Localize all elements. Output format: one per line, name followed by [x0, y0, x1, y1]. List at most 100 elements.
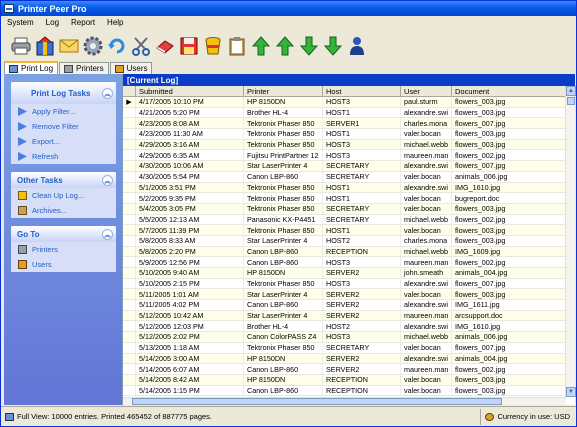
- print-icon: [11, 37, 31, 54]
- table-row[interactable]: 5/8/2005 8:33 AM Star LaserPrinter 4 HOST2…: [123, 235, 566, 247]
- cell-submitted: 5/4/2005 3:05 PM: [136, 203, 244, 214]
- task-refresh[interactable]: Refresh: [11, 149, 116, 164]
- table-row[interactable]: 4/29/2005 3:16 AM Tektronix Phaser 850 HOS…: [123, 139, 566, 151]
- table-row[interactable]: 4/23/2005 11:30 AM Tektronix Phaser 850 HO…: [123, 129, 566, 140]
- collapse-chevron-icon[interactable]: ︽: [102, 228, 113, 240]
- title-bar[interactable]: Printer Peer Pro: [1, 1, 576, 16]
- table-row[interactable]: 5/11/2005 1:01 AM Star LaserPrinter 4 SERV…: [123, 289, 566, 301]
- horizontal-scrollbar[interactable]: [123, 397, 566, 405]
- goto-printers[interactable]: Printers: [11, 242, 116, 257]
- cell-printer: Canon ColorPASS Z4: [244, 332, 323, 342]
- cell-printer: Tektronix Phaser 850: [244, 193, 323, 203]
- table-row[interactable]: 5/11/2005 4:02 PM Canon LBP-860 SERVER2 ale…: [123, 300, 566, 311]
- scroll-up-icon[interactable]: ▲: [566, 86, 576, 96]
- menu-system[interactable]: System: [7, 18, 34, 27]
- horizontal-scroll-thumb[interactable]: [132, 398, 502, 405]
- eraser-button[interactable]: [154, 35, 176, 57]
- save-button[interactable]: [178, 35, 200, 57]
- table-row[interactable]: 5/10/2005 2:15 PM Tektronix Phaser 850 HOS…: [123, 278, 566, 290]
- cell-host: SECRETARY: [323, 342, 401, 353]
- table-row[interactable]: 5/5/2005 12:13 AM Panasonic KX-P4451 SECRE…: [123, 214, 566, 226]
- settings-button[interactable]: [82, 35, 104, 57]
- cell-user: valer.bocan: [401, 203, 452, 214]
- table-row[interactable]: 4/30/2005 5:54 PM Canon LBP-860 SECRETARY v…: [123, 171, 566, 183]
- table-row[interactable]: 5/14/2005 3:00 AM HP 8150DN SERVER2 alexand…: [123, 353, 566, 365]
- table-row[interactable]: ▶ 4/17/2005 10:10 PM HP 8150DN HOST3 paul.st…: [123, 97, 566, 108]
- arrow-right-icon: [18, 107, 27, 116]
- table-row[interactable]: 5/7/2005 11:39 PM Tektronix Phaser 850 HOS…: [123, 225, 566, 236]
- tab-users[interactable]: Users: [109, 62, 153, 74]
- column-header-submitted[interactable]: Submitted: [136, 86, 244, 96]
- table-row[interactable]: 4/23/2005 8:08 AM Tektronix Phaser 850 SER…: [123, 118, 566, 130]
- cell-document: flowers_002.jpg: [452, 150, 566, 161]
- print-button[interactable]: [10, 35, 32, 57]
- cell-document: arcsupport.doc: [452, 310, 566, 321]
- print-log-tasks-header[interactable]: Print Log Tasks ︽: [11, 82, 116, 104]
- go-to-header[interactable]: Go To ︽: [11, 226, 116, 242]
- user-button[interactable]: [346, 35, 368, 57]
- collapse-chevron-icon[interactable]: ︽: [102, 174, 113, 186]
- row-selector: [123, 182, 136, 193]
- cell-user: maureen.man: [401, 310, 452, 321]
- vertical-scrollbar[interactable]: ▲ ▼: [565, 86, 576, 397]
- task-remove-filter[interactable]: Remove Filter: [11, 119, 116, 134]
- arrow-right-icon: [18, 137, 27, 146]
- settings-gear-icon: [83, 36, 103, 55]
- tab-print-log[interactable]: Print Log: [4, 61, 59, 74]
- refresh-button[interactable]: [106, 35, 128, 57]
- column-header-printer[interactable]: Printer: [244, 86, 323, 96]
- table-row[interactable]: 5/1/2005 3:51 PM Tektronix Phaser 850 HOST…: [123, 182, 566, 194]
- task-archives[interactable]: Archives...: [11, 203, 116, 218]
- table-row[interactable]: 5/12/2005 12:03 PM Brother HL-4 HOST2 alexa…: [123, 321, 566, 333]
- table-row[interactable]: 5/14/2005 1:15 PM Canon LBP-860 RECEPTION v…: [123, 385, 566, 397]
- bucket-button[interactable]: [202, 35, 224, 57]
- table-row[interactable]: 5/12/2005 2:02 PM Canon ColorPASS Z4 HOST3…: [123, 332, 566, 343]
- column-header-user[interactable]: User: [401, 86, 452, 96]
- table-row[interactable]: 5/14/2005 6:07 AM Canon LBP-860 SERVER2 mau…: [123, 364, 566, 375]
- scroll-thumb[interactable]: [567, 97, 575, 105]
- column-header-document[interactable]: Document: [452, 86, 566, 96]
- cell-printer: Canon LBP-860: [244, 246, 323, 257]
- scroll-down-icon[interactable]: ▼: [566, 387, 576, 397]
- column-header-host[interactable]: Host: [323, 86, 401, 96]
- move-down-button[interactable]: [298, 35, 320, 57]
- table-row[interactable]: 4/29/2005 6:35 AM Fujitsu PrintPartner 12…: [123, 150, 566, 162]
- table-row[interactable]: 5/9/2005 12:56 PM Canon LBP-860 HOST3 maure…: [123, 257, 566, 268]
- gift-button[interactable]: [34, 35, 56, 57]
- cell-document: animals_006.jpg: [452, 171, 566, 182]
- tab-printers[interactable]: Printers: [59, 62, 109, 74]
- table-row[interactable]: 4/21/2005 5:20 PM Brother HL-4 HOST1 alexan…: [123, 107, 566, 119]
- task-apply-filter[interactable]: Apply Filter...: [11, 104, 116, 119]
- table-row[interactable]: 5/12/2005 10:42 AM Star LaserPrinter 4 SER…: [123, 310, 566, 322]
- cell-host: RECEPTION: [323, 246, 401, 257]
- cell-host: SERVER2: [323, 364, 401, 374]
- table-row[interactable]: 5/2/2005 9:35 PM Tektronix Phaser 850 HOST…: [123, 193, 566, 204]
- menu-help[interactable]: Help: [107, 18, 123, 27]
- menu-log[interactable]: Log: [46, 18, 59, 27]
- goto-users[interactable]: Users: [11, 257, 116, 272]
- cell-user: john.smeath: [401, 268, 452, 278]
- table-row[interactable]: 4/30/2005 10:06 AM Star LaserPrinter 4 SEC…: [123, 161, 566, 172]
- clipboard-button[interactable]: [226, 35, 248, 57]
- move-top-button[interactable]: [250, 35, 272, 57]
- task-clean-up-log[interactable]: Clean Up Log...: [11, 188, 116, 203]
- email-button[interactable]: [58, 35, 80, 57]
- table-row[interactable]: 5/14/2005 8:42 AM HP 8150DN RECEPTION valer…: [123, 374, 566, 386]
- table-header-row: Submitted Printer Host User Document: [123, 86, 566, 97]
- table-row[interactable]: 5/13/2005 1:18 AM Tektronix Phaser 850 SEC…: [123, 342, 566, 354]
- move-up-button[interactable]: [274, 35, 296, 57]
- table-row[interactable]: 5/4/2005 3:05 PM Tektronix Phaser 850 SECR…: [123, 203, 566, 215]
- row-selector: [123, 214, 136, 225]
- menu-report[interactable]: Report: [71, 18, 95, 27]
- task-export[interactable]: Export...: [11, 134, 116, 149]
- other-tasks-header[interactable]: Other Tasks ︽: [11, 172, 116, 188]
- table-row[interactable]: 5/10/2005 9:40 AM HP 8150DN SERVER2 john.sm…: [123, 268, 566, 279]
- table-row[interactable]: 5/8/2005 2:20 PM Canon LBP-860 RECEPTION mi…: [123, 246, 566, 258]
- collapse-chevron-icon[interactable]: ︽: [102, 87, 113, 99]
- cell-printer: Tektronix Phaser 850: [244, 182, 323, 193]
- row-selector: [123, 321, 136, 332]
- cut-button[interactable]: [130, 35, 152, 57]
- row-selector-header: [123, 86, 136, 96]
- cell-submitted: 5/12/2005 10:42 AM: [136, 310, 244, 321]
- move-bottom-button[interactable]: [322, 35, 344, 57]
